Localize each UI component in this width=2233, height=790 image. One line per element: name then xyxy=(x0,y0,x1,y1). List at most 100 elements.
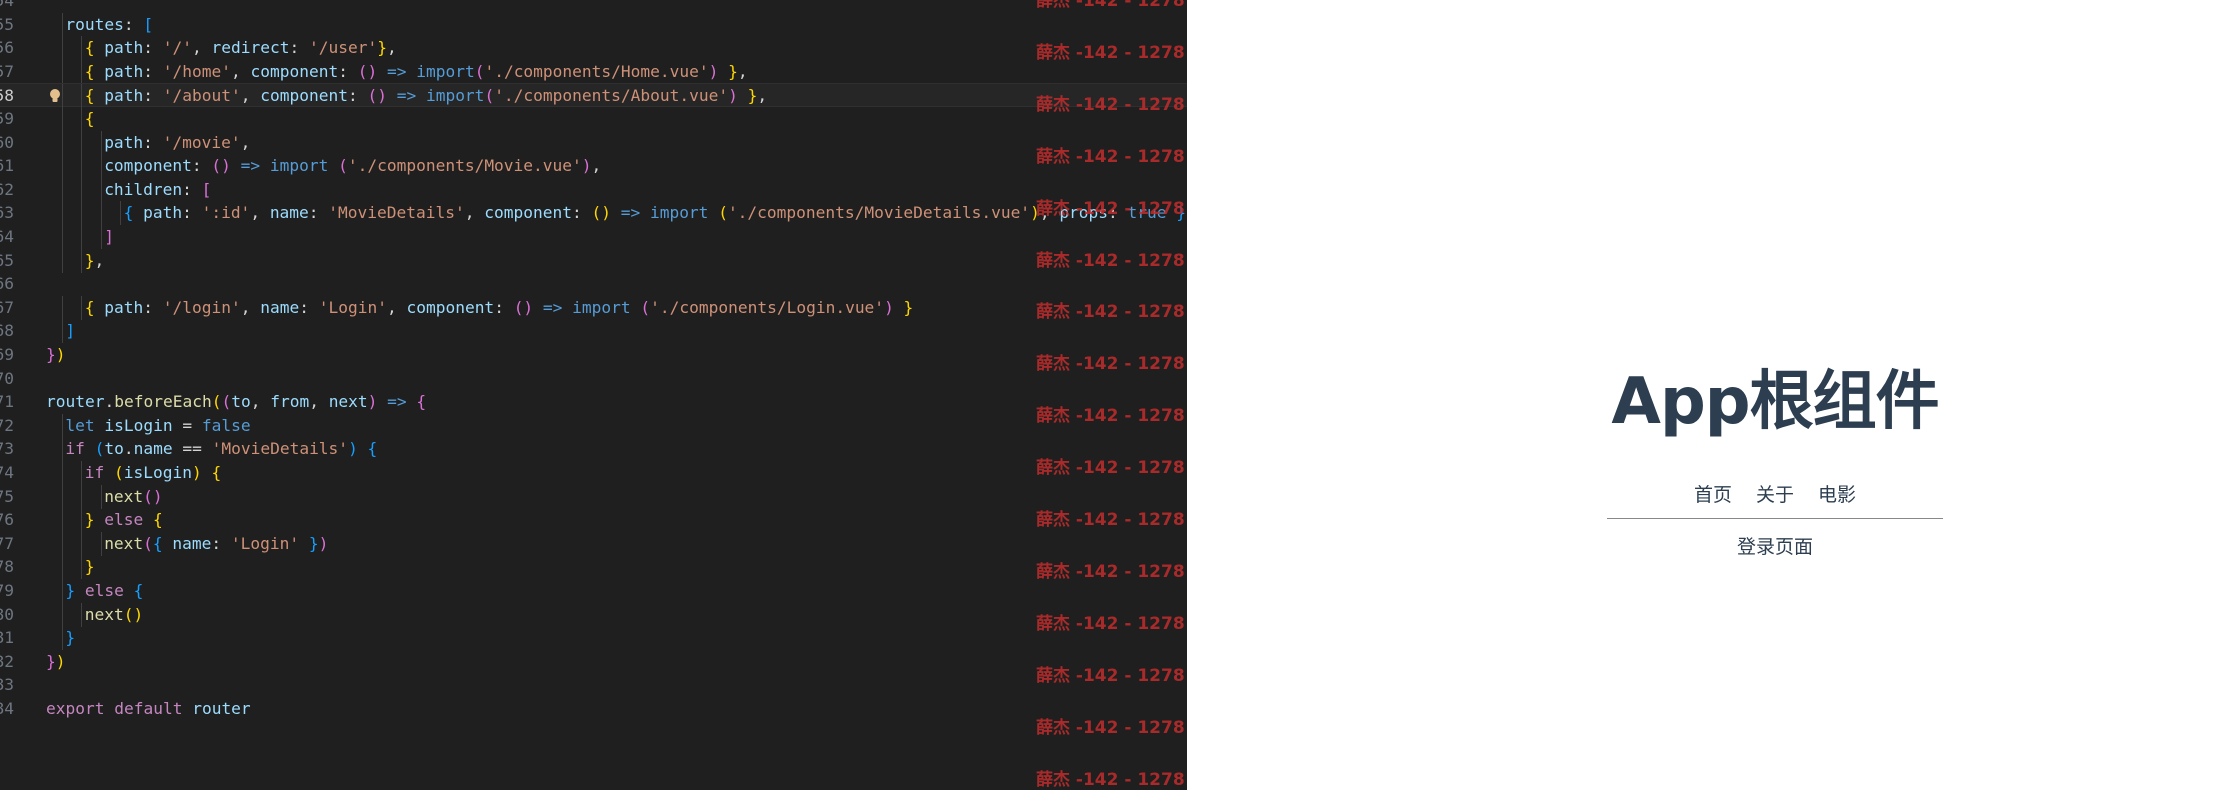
watermark-text: 薛杰 -142 - 1278 xyxy=(1036,665,1185,686)
code-token: ( xyxy=(143,533,153,553)
indent-guide xyxy=(62,59,63,84)
code-line[interactable]: 73 if (to.name == 'MovieDetails') { xyxy=(0,437,1187,462)
indent-guide xyxy=(62,248,63,273)
code-line[interactable]: 62 children: [ xyxy=(0,177,1187,202)
line-number: 67 xyxy=(0,297,14,317)
code-line[interactable]: 78} xyxy=(0,555,1187,580)
code-token: , xyxy=(737,61,748,81)
line-number: 69 xyxy=(0,345,14,364)
code-line[interactable]: 72 let isLogin = false xyxy=(0,413,1187,438)
code-line[interactable]: 55 routes: [ xyxy=(0,12,1187,37)
code-line[interactable]: 76} else { xyxy=(0,508,1187,533)
code-line[interactable]: 80 next() xyxy=(0,602,1187,627)
code-token: { xyxy=(153,510,163,530)
code-token: default xyxy=(114,699,193,718)
code-token: import xyxy=(416,61,475,81)
line-number: 84 xyxy=(0,699,14,718)
watermark-text: 薛杰 -142 - 1278 xyxy=(1036,769,1185,790)
code-token: , xyxy=(240,86,261,106)
code-line[interactable]: 54 xyxy=(0,0,1187,13)
code-token: ( xyxy=(221,392,232,412)
code-line[interactable]: 84 export default router xyxy=(0,697,1187,721)
code-line[interactable]: 70 xyxy=(0,367,1187,391)
code-token: : xyxy=(571,203,592,223)
code-text: let isLogin = false xyxy=(65,414,250,438)
indent-guide xyxy=(81,602,83,627)
code-token: ) xyxy=(728,86,738,106)
code-line[interactable]: 68] xyxy=(0,319,1187,344)
code-token: , xyxy=(231,61,251,81)
line-number: 81 xyxy=(0,628,14,648)
watermark-text: 薛杰 -142 - 1278 xyxy=(1036,198,1185,219)
code-line[interactable]: 81} xyxy=(0,626,1187,651)
code-token: './components/MovieDetails.vue' xyxy=(727,203,1031,223)
code-token: path xyxy=(104,297,144,317)
indent-guide xyxy=(62,602,63,627)
code-line[interactable]: 63 { path: ':id', name: 'MovieDetails', c… xyxy=(0,201,1187,226)
line-number: 60 xyxy=(0,132,14,152)
code-line[interactable]: 59 { xyxy=(0,107,1187,131)
code-token: else xyxy=(84,581,134,600)
code-line[interactable]: 82}) xyxy=(0,650,1187,674)
code-token: = xyxy=(172,415,202,435)
code-token: { xyxy=(84,297,105,317)
code-line[interactable]: 60 path: '/movie', xyxy=(0,130,1187,155)
code-line[interactable]: 65}, xyxy=(0,248,1187,273)
code-token: , xyxy=(250,203,270,223)
code-token: '/home' xyxy=(162,61,232,81)
indent-guide xyxy=(81,59,83,84)
code-text: next({ name: 'Login' }) xyxy=(104,532,328,556)
code-token: ) xyxy=(708,61,719,81)
code-line[interactable]: 83 xyxy=(0,673,1187,697)
code-line[interactable]: 57 { path: '/home', component: () => impo… xyxy=(0,59,1187,84)
code-text: children: [ xyxy=(104,178,211,202)
code-line[interactable]: 56 { path: '/', redirect: '/user'}, xyxy=(0,36,1187,61)
lightbulb-icon[interactable] xyxy=(48,88,62,104)
code-line[interactable]: 74 if (isLogin) { xyxy=(0,461,1187,485)
code-token: . xyxy=(123,439,134,459)
code-line[interactable]: 67 { path: '/login', name: 'Login', compo… xyxy=(0,295,1187,320)
code-line[interactable]: 75 next() xyxy=(0,484,1187,509)
code-line[interactable]: 77 next({ name: 'Login' }) xyxy=(0,531,1187,556)
watermark-text: 薛杰 -142 - 1278 xyxy=(1036,458,1185,479)
indent-guide xyxy=(62,461,63,485)
line-number: 72 xyxy=(0,415,14,435)
nav-link-home[interactable]: 首页 xyxy=(1694,480,1732,507)
code-token: children xyxy=(104,179,183,199)
code-token: . xyxy=(104,392,115,412)
indent-guide xyxy=(81,36,83,61)
code-token: ( xyxy=(338,156,348,176)
code-editor[interactable]: 5455routes: [56{ path: '/', redirect: '/… xyxy=(0,0,1187,790)
code-line[interactable]: 71 router.beforeEach((to, from, next) => … xyxy=(0,390,1187,414)
code-token: next xyxy=(84,604,124,624)
indent-guide xyxy=(62,107,63,131)
indent-guide xyxy=(62,626,63,651)
code-token: } xyxy=(84,250,95,270)
app-title: App根组件 xyxy=(1611,365,1939,439)
line-number: 59 xyxy=(0,109,14,128)
code-line[interactable]: 69}) xyxy=(0,343,1187,367)
code-token: false xyxy=(201,415,251,435)
code-line[interactable]: 66 xyxy=(0,272,1187,296)
code-text: if (to.name == 'MovieDetails') { xyxy=(65,437,377,461)
code-line[interactable]: 79} else { xyxy=(0,579,1187,603)
code-token: to xyxy=(231,392,251,412)
code-token: beforeEach xyxy=(114,392,212,412)
code-token: component xyxy=(484,203,572,223)
code-line[interactable]: 61 component: () => import ('./components… xyxy=(0,154,1187,179)
code-token: path xyxy=(104,86,144,106)
indent-guide xyxy=(81,84,83,109)
code-token: name xyxy=(269,203,309,223)
code-token: , xyxy=(757,86,768,106)
nav-link-about[interactable]: 关于 xyxy=(1756,480,1794,507)
nav-link-movie[interactable]: 电影 xyxy=(1818,480,1856,507)
code-line[interactable]: 64] xyxy=(0,225,1187,249)
code-line[interactable]: 58 { path: '/about', component: () => imp… xyxy=(0,83,1187,109)
code-token: to xyxy=(104,439,124,459)
code-token: => xyxy=(230,156,270,176)
indent-guide xyxy=(62,12,63,37)
code-token: ':id' xyxy=(201,203,251,223)
code-token: : xyxy=(143,61,163,81)
code-token: '/about' xyxy=(162,86,241,106)
indent-guide xyxy=(81,461,83,485)
